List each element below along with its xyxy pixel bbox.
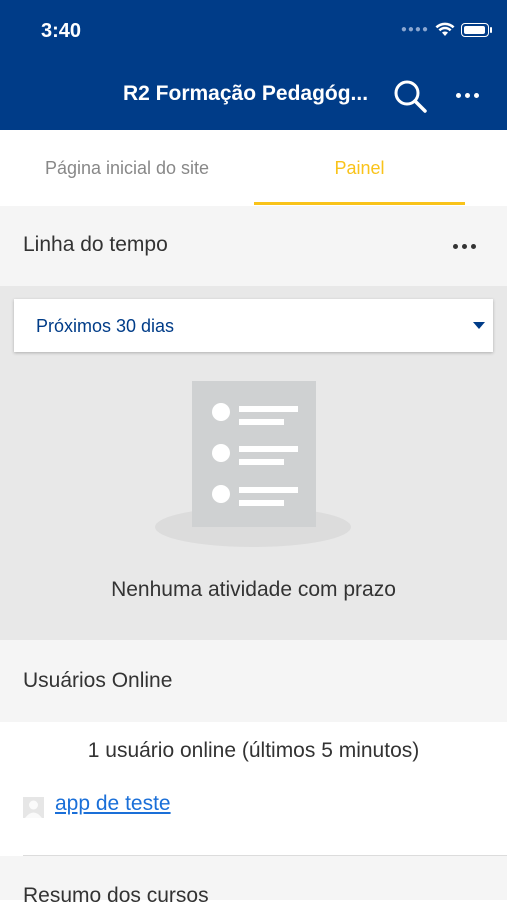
app-header: 3:40 ●●●● R2 Formação Pedagóg... xyxy=(0,0,507,130)
online-users-header: Usuários Online xyxy=(0,640,507,722)
battery-icon xyxy=(461,22,492,37)
search-button[interactable] xyxy=(392,78,428,114)
active-tab-indicator xyxy=(254,202,465,205)
online-user-link[interactable]: app de teste xyxy=(55,792,171,816)
more-dot-icon xyxy=(461,243,467,249)
timeline-title: Linha do tempo xyxy=(23,233,168,256)
more-options-button[interactable] xyxy=(450,82,484,108)
more-dot-icon xyxy=(470,243,476,249)
online-users-count: 1 usuário online (últimos 5 minutos) xyxy=(87,739,420,762)
avatar xyxy=(23,797,44,818)
user-avatar-icon xyxy=(23,797,44,818)
more-dot-icon xyxy=(455,92,461,98)
search-icon xyxy=(394,80,427,113)
timeline-empty-message: Nenhuma atividade com prazo xyxy=(111,578,396,601)
empty-list-icon xyxy=(155,381,351,547)
tab-bar: Página inicial do site Painel xyxy=(0,130,507,206)
timeline-header: Linha do tempo xyxy=(0,206,507,287)
page-title: R2 Formação Pedagóg... xyxy=(123,82,369,105)
more-dot-icon xyxy=(452,243,458,249)
timeline-filter-value: Próximos 30 dias xyxy=(36,316,175,336)
course-summary-header: Resumo dos cursos xyxy=(0,856,507,907)
wifi-icon xyxy=(435,22,455,36)
timeline-more-button[interactable] xyxy=(448,236,480,256)
timeline-filter-select[interactable]: Próximos 30 dias xyxy=(14,299,493,352)
status-time: 3:40 xyxy=(41,20,82,42)
status-icons: ●●●● xyxy=(400,22,492,37)
tab-site-home[interactable]: Página inicial do site xyxy=(0,130,254,206)
more-dot-icon xyxy=(473,92,479,98)
online-users-body: 1 usuário online (últimos 5 minutos) app… xyxy=(0,722,507,855)
timeline-body: Próximos 30 dias Nenhuma atividade com p… xyxy=(0,286,507,640)
online-users-title: Usuários Online xyxy=(23,669,173,692)
signal-icon: ●●●● xyxy=(400,24,429,35)
tab-dashboard[interactable]: Painel xyxy=(254,130,465,206)
more-dot-icon xyxy=(464,92,470,98)
dropdown-arrow-icon xyxy=(473,322,485,329)
course-summary-title: Resumo dos cursos xyxy=(23,884,209,907)
